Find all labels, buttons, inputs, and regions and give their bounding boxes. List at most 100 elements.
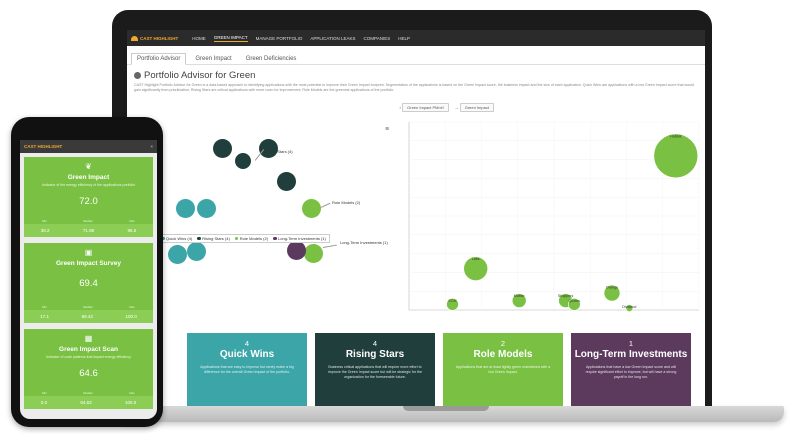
quick-win-bubble[interactable] <box>176 199 195 218</box>
y-axis-selector[interactable]: ↔ Green Impact <box>455 103 494 112</box>
card-role-models[interactable]: 2 Role Models Applications that are at l… <box>443 333 563 406</box>
stat-max: 96.5 <box>127 228 137 233</box>
legend-long-term[interactable]: Long-Term Investments (1) <box>273 236 326 241</box>
legend-label: Quick Wins (4) <box>166 236 193 241</box>
tab-green-deficiencies[interactable]: Green Deficiencies <box>241 54 302 64</box>
card-long-term[interactable]: 1 Long-Term Investments Applications tha… <box>571 333 691 406</box>
page-title-text: Portfolio Advisor for Green <box>144 70 256 81</box>
nav-application-leaks[interactable]: APPLICATION LEAKS <box>310 36 355 41</box>
phone-card-value: 64.6 <box>79 368 98 379</box>
point-label: Labs <box>472 257 480 261</box>
role-models-callout: Role Models (2) <box>332 200 361 205</box>
pie-chart-icon <box>134 72 141 79</box>
briefcase-icon: ▣ <box>84 248 93 257</box>
rising-star-bubble[interactable] <box>213 139 232 158</box>
card-text: Applications that are easy to improve bu… <box>200 365 294 374</box>
tab-bar: Portfolio Advisor Green Impact Green Def… <box>127 46 705 65</box>
phone-card-green-impact[interactable]: ❦ Green Impact Indicator of the energy e… <box>24 157 153 237</box>
sun-logo-icon <box>131 35 138 41</box>
phone-card-title: Green Impact <box>67 174 110 181</box>
phone-card-title: Green Impact Scan <box>59 346 118 353</box>
nav-manage-portfolio[interactable]: MANAGE PORTFOLIO <box>256 36 303 41</box>
page-description: CAST Highlight Portfolio Advisor for Gre… <box>134 83 694 92</box>
point-label: Dividend <box>622 305 636 309</box>
long-term-callout: Long-Term Investments (1) <box>340 240 388 245</box>
rising-stars-callout: Rising Stars (4) <box>265 149 293 154</box>
phone-logo[interactable]: CAST HIGHLIGHT <box>24 144 62 149</box>
point-label: Orange <box>606 286 618 290</box>
point-label: Shoppers <box>558 294 574 298</box>
stat-label: Min <box>42 219 47 223</box>
close-icon[interactable]: × <box>150 144 153 149</box>
card-title: Quick Wins <box>219 349 275 360</box>
tab-portfolio-advisor[interactable]: Portfolio Advisor <box>131 53 187 65</box>
app-logo[interactable]: CAST HIGHLIGHT <box>131 35 184 41</box>
card-quick-wins[interactable]: 4 Quick Wins Applications that are easy … <box>187 333 307 406</box>
x-axis-selector[interactable]: ↕ Green Impact PMnH <box>399 103 449 112</box>
stat-label: Median <box>83 219 93 223</box>
legend-role-models[interactable]: Role Models (2) <box>234 236 269 241</box>
y-axis-select[interactable]: Green Impact <box>459 103 494 112</box>
tab-green-impact[interactable]: Green Impact <box>190 54 236 64</box>
callout-line <box>322 244 337 248</box>
bubble-legend: Quick Wins (4) Rising Stars (4) Role Mod… <box>157 234 330 243</box>
card-title: Role Models <box>473 349 533 360</box>
phone-header: CAST HIGHLIGHT × <box>20 140 157 153</box>
legend-label: Role Models (2) <box>239 236 269 241</box>
legend-dot <box>234 236 239 241</box>
phone-card-stat-labels: Min Median Max <box>24 219 153 223</box>
card-count: 1 <box>628 339 634 348</box>
nav-green-impact[interactable]: GREEN IMPACT <box>213 35 248 42</box>
phone-card-green-impact-survey[interactable]: ▣ Green Impact Survey 69.4 Min Median Ma… <box>24 243 153 323</box>
quick-win-bubble[interactable] <box>197 199 216 218</box>
legend-dot <box>197 236 201 241</box>
x-axis-select[interactable]: Green Impact PMnH <box>402 103 449 112</box>
card-count: 4 <box>244 339 250 348</box>
point-label: Quotes <box>569 299 581 303</box>
stat-min: 38.2 <box>40 228 50 233</box>
point-label: Habitat <box>670 134 681 138</box>
rising-star-bubble[interactable] <box>235 153 251 169</box>
stat-label: Max <box>129 219 135 223</box>
phone-card-subtitle <box>24 267 153 269</box>
phone-card-green-impact-scan[interactable]: ▦ Green Impact Scan Indicator of code pa… <box>24 329 153 409</box>
rising-star-bubble[interactable] <box>277 172 296 191</box>
phone-card-stats: 17.1 69.42 100.0 <box>24 310 153 323</box>
legend-quick-wins[interactable]: Quick Wins (4) <box>161 236 192 241</box>
card-title: Long-Term Investments <box>574 349 688 360</box>
phone-card-subtitle: Indicator of the energy efficiency of th… <box>42 183 135 187</box>
stat-label: Min <box>42 305 47 309</box>
segment-bubble-chart: ≡ Rising Stars (4) Role Models (2) Long-… <box>127 95 397 264</box>
stat-median: 64.63 <box>80 400 92 405</box>
top-nav: CAST HIGHLIGHT HOME GREEN IMPACT MANAGE … <box>127 30 705 46</box>
legend-dot <box>273 236 277 241</box>
legend-rising-stars[interactable]: Rising Stars (4) <box>197 236 230 241</box>
nav-help[interactable]: HELP <box>398 36 410 41</box>
role-model-bubble[interactable] <box>304 244 323 263</box>
stat-label: Median <box>83 391 93 395</box>
callout-line <box>320 202 331 208</box>
role-model-bubble[interactable] <box>302 199 321 218</box>
quick-win-bubble[interactable] <box>187 242 206 261</box>
card-count: 4 <box>372 339 378 348</box>
laptop-screen: CAST HIGHLIGHT HOME GREEN IMPACT MANAGE … <box>127 30 705 406</box>
stat-label: Max <box>129 305 135 309</box>
nav-home[interactable]: HOME <box>192 36 206 41</box>
stat-label: Min <box>42 391 47 395</box>
scatter-point[interactable] <box>653 133 699 179</box>
legend-label: Rising Stars (4) <box>202 236 230 241</box>
quick-win-bubble[interactable] <box>168 245 187 264</box>
stat-max: 100.0 <box>125 400 137 405</box>
point-label: Mobile <box>514 294 525 298</box>
point-label: ECM <box>449 299 457 303</box>
nav-companies[interactable]: COMPANIES <box>364 36 391 41</box>
long-term-bubble[interactable] <box>287 241 306 260</box>
phone-card-stats: 0.0 64.63 100.0 <box>24 396 153 409</box>
card-text: Business critical applications that will… <box>327 365 423 379</box>
card-rising-stars[interactable]: 4 Rising Stars Business critical applica… <box>315 333 435 406</box>
stat-max: 100.0 <box>125 314 137 319</box>
phone-card-value: 69.4 <box>79 278 98 289</box>
stat-median: 71.98 <box>82 228 95 233</box>
scan-icon: ▦ <box>84 334 93 343</box>
phone-card-stat-labels: Min Median Max <box>24 391 153 395</box>
